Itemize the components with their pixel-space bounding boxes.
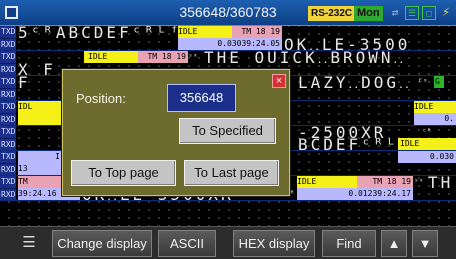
- to-top-page-button[interactable]: To Top page: [71, 160, 176, 186]
- tm-marker: TM: [18, 176, 62, 188]
- rxd-label: RXD: [0, 188, 16, 200]
- txd-data: LAZY␣DOG␣: [298, 76, 412, 88]
- bottom-toolbar: ☰ Change display ASCII HEX display Find …: [0, 226, 456, 259]
- time-marker: 0.03039:24.05: [178, 38, 282, 50]
- txd-data: -2500XR: [298, 126, 387, 138]
- idle-marker: IDLE: [297, 176, 357, 188]
- jump-dialog: × Position: 356648 To Specified To Top p…: [62, 69, 290, 196]
- txd-label: TXD: [0, 76, 16, 88]
- time-marker: 0.01239:24.17: [297, 188, 413, 200]
- txd-data: THE QUICK␣BROWN␣: [204, 51, 407, 63]
- txd-label: TXD: [0, 126, 16, 138]
- plug-icon: ⇄: [391, 6, 399, 19]
- sx-marker: ˢˣ: [188, 52, 198, 61]
- idle-marker: IDL: [18, 101, 62, 125]
- time-marker: 0.030: [398, 151, 456, 163]
- line-group: TXD RXD 5ᶜᴿABCDEFᶜᴿᴸᶠ IDLE TM 18 19 0.03…: [0, 26, 456, 51]
- title-bar: 356648/360783 RS-232C Mon ⇄ ☰ □ ⚡: [0, 0, 456, 26]
- hex-display-button[interactable]: HEX display: [233, 230, 315, 257]
- sx-marker: ˢˣ: [414, 177, 424, 186]
- idle-marker: IDLE: [414, 101, 456, 113]
- tm-marker: TM 18 19: [232, 26, 282, 38]
- txd-label: TXD: [0, 51, 16, 63]
- idle-marker: IDLE: [84, 51, 138, 63]
- interface-badge: RS-232C: [308, 6, 356, 21]
- time-marker: 13: [18, 163, 62, 175]
- find-button[interactable]: Find: [322, 230, 376, 257]
- rxd-label: RXD: [0, 163, 16, 175]
- to-specified-button[interactable]: To Specified: [179, 118, 276, 144]
- idle-marker: IDLE: [178, 26, 232, 38]
- tm-marker: TM 18 19: [138, 51, 188, 63]
- txd-label: TXD: [0, 101, 16, 113]
- screen-a-icon: ☰: [405, 6, 419, 20]
- mode-badge: Mon: [354, 6, 383, 21]
- txd-label: TXD: [0, 26, 16, 38]
- rxd-label: RXD: [0, 88, 16, 100]
- txd-label: TXD: [0, 151, 16, 163]
- g-marker: G: [434, 76, 444, 88]
- rxd-data: X F: [18, 63, 56, 75]
- rxd-label: RXD: [0, 138, 16, 150]
- ex-marker: ᴱˣ: [418, 77, 428, 86]
- idle-marker: IDLE: [398, 138, 456, 150]
- bolt-icon: ⚡: [442, 5, 450, 20]
- txd-data: F: [18, 76, 31, 88]
- txd-data: TH: [428, 176, 454, 188]
- ascii-button[interactable]: ASCII: [158, 230, 216, 257]
- change-display-button[interactable]: Change display: [52, 230, 152, 257]
- txd-data: 5ᶜᴿABCDEFᶜᴿᴸᶠ: [18, 26, 178, 38]
- scroll-up-button[interactable]: ▲: [381, 230, 407, 257]
- txd-label: TXD: [0, 176, 16, 188]
- close-icon[interactable]: ×: [272, 74, 286, 88]
- scroll-down-button[interactable]: ▼: [412, 230, 438, 257]
- tm-marker: TM 18 19: [357, 176, 413, 188]
- screen-b-icon: □: [422, 6, 436, 20]
- rxd-data: BCDEFᶜᴿᴸᶠ: [298, 138, 398, 150]
- menu-icon[interactable]: ☰: [16, 230, 42, 257]
- rxd-label: RXD: [0, 38, 16, 50]
- txd-data: OK␣LE-3500: [284, 38, 411, 50]
- position-input[interactable]: 356648: [167, 84, 236, 112]
- to-last-page-button[interactable]: To Last page: [184, 160, 279, 186]
- cr-marker: ᶜᴿ: [422, 127, 432, 136]
- rxd-label: RXD: [0, 113, 16, 125]
- i-marker: I: [18, 151, 62, 163]
- time-marker: 0.: [414, 113, 456, 125]
- position-label: Position:: [76, 91, 126, 106]
- rxd-label: RXD: [0, 63, 16, 75]
